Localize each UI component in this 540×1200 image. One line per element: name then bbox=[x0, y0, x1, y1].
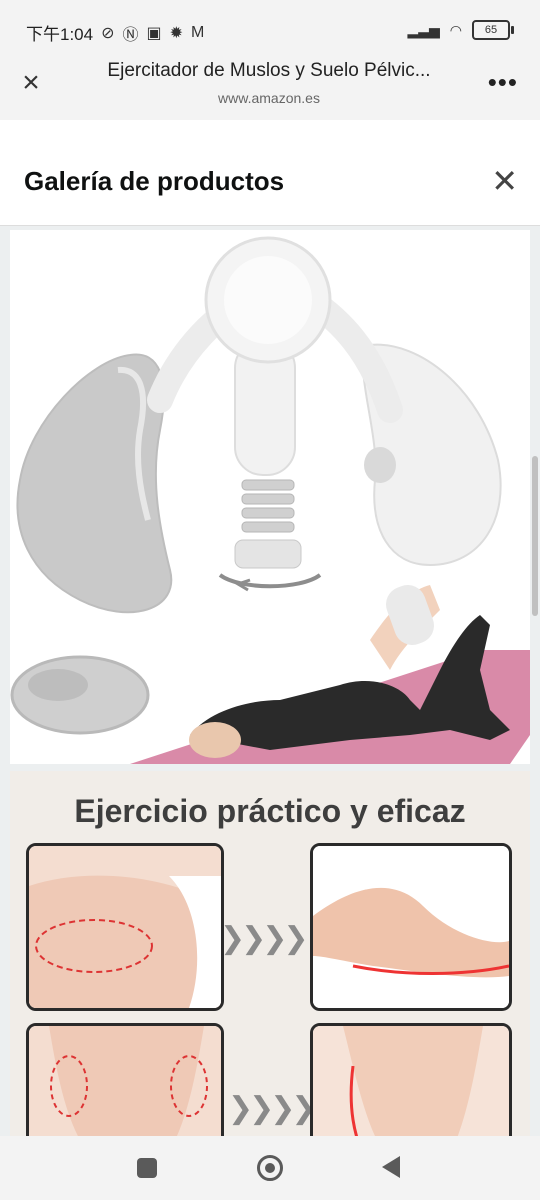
image-headline: Ejercicio práctico y eficaz bbox=[74, 793, 466, 829]
panel-waist-after bbox=[310, 1023, 512, 1136]
recents-button[interactable] bbox=[137, 1158, 157, 1178]
panel-arm-before bbox=[26, 843, 224, 1011]
do-not-disturb-icon: ⊘ bbox=[101, 24, 115, 42]
home-button[interactable] bbox=[257, 1155, 283, 1181]
close-icon[interactable]: × bbox=[16, 68, 46, 98]
app-icon: ▣ bbox=[146, 24, 162, 42]
browser-header: × Ejercitador de Muslos y Suelo Pélvic..… bbox=[0, 50, 540, 120]
more-options-icon[interactable]: ••• bbox=[488, 69, 518, 95]
gallery-title: Galería de productos bbox=[24, 166, 285, 196]
back-button[interactable] bbox=[382, 1156, 400, 1178]
thigh-exerciser-illustration bbox=[10, 236, 530, 764]
settings-gear-icon: ✹ bbox=[169, 24, 184, 42]
gallery-close-icon[interactable]: ✕ bbox=[491, 165, 518, 197]
nfc-icon: Ⓝ bbox=[122, 26, 139, 44]
gmail-icon: M bbox=[191, 23, 205, 41]
wifi-icon: ◠ bbox=[449, 21, 462, 38]
product-image-main[interactable] bbox=[10, 230, 530, 764]
scrollbar[interactable] bbox=[532, 456, 538, 616]
page-title: Ejercitador de Muslos y Suelo Pélvic... bbox=[107, 60, 431, 81]
panel-arm-after bbox=[310, 843, 512, 1011]
status-time: 下午1:04 bbox=[26, 25, 94, 44]
arrows-icon-2: ❯❯❯❯ bbox=[228, 1092, 317, 1125]
battery-icon: 65 bbox=[472, 20, 514, 40]
navigation-bar bbox=[0, 1136, 540, 1200]
arrows-icon: ❯❯❯❯ bbox=[220, 922, 309, 955]
product-image-secondary[interactable]: Ejercicio práctico y eficaz ❯❯❯❯ ❯❯❯❯ bbox=[10, 771, 530, 1136]
panel-waist-before bbox=[26, 1023, 224, 1136]
gallery-content[interactable]: Ejercicio práctico y eficaz ❯❯❯❯ ❯❯❯❯ bbox=[0, 226, 540, 1136]
gallery-header: Galería de productos ✕ bbox=[0, 120, 540, 226]
page-domain: www.amazon.es bbox=[218, 90, 320, 106]
signal-icon: ▂▃▅ bbox=[407, 21, 440, 38]
title-block: Ejercitador de Muslos y Suelo Pélvic... … bbox=[74, 60, 464, 106]
